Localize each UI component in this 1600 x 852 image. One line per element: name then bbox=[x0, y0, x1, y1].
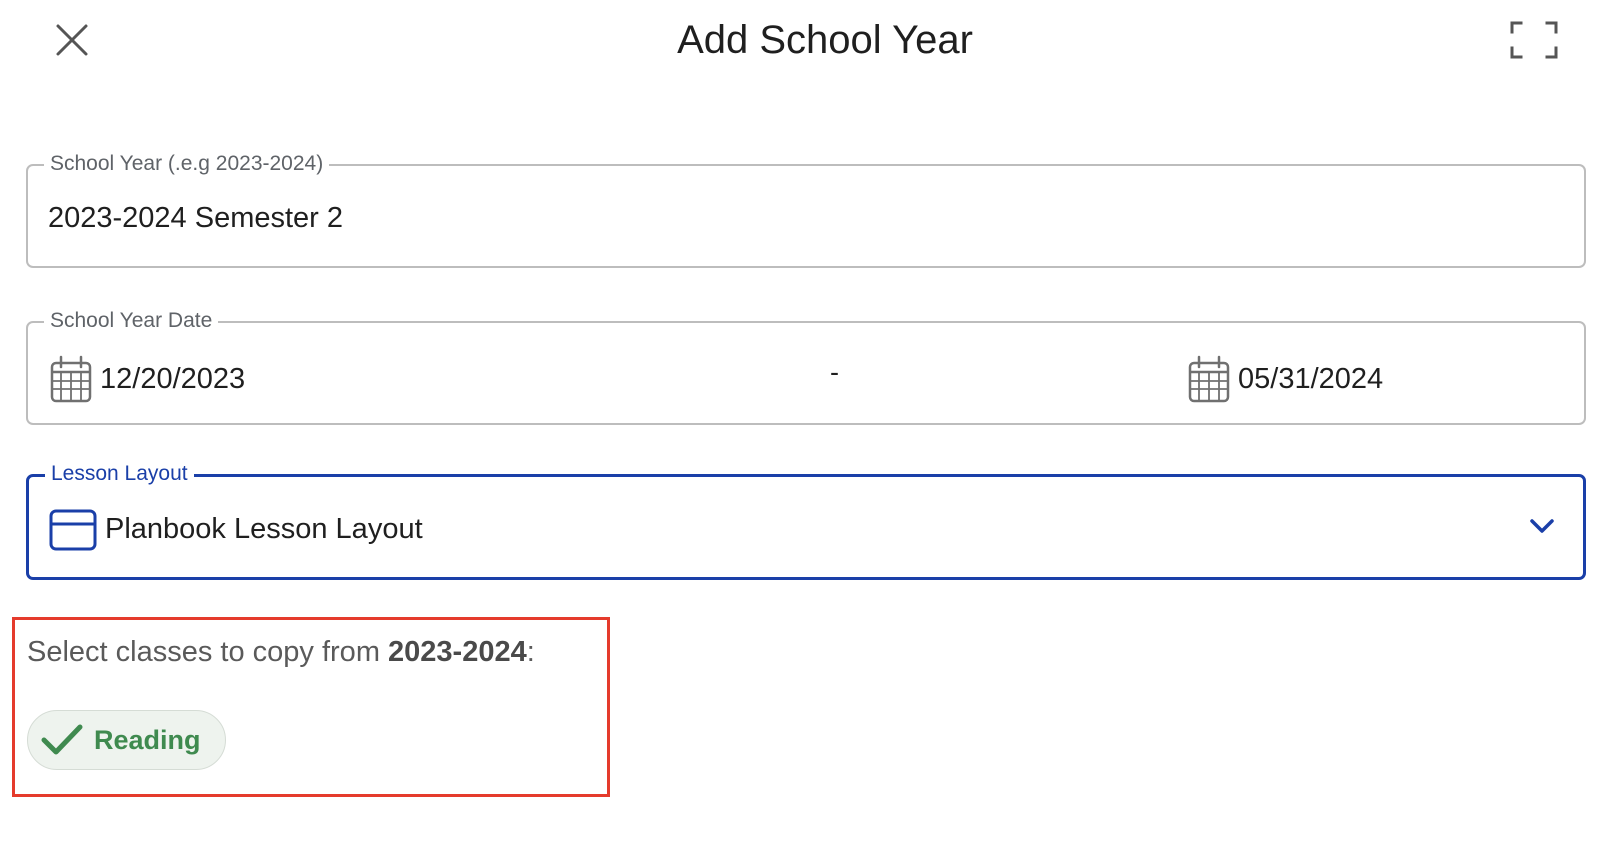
dialog-title: Add School Year bbox=[677, 18, 973, 62]
end-date-value: 05/31/2024 bbox=[1238, 363, 1384, 395]
calendar-icon bbox=[1188, 355, 1230, 403]
school-year-field[interactable]: School Year (.e.g 2023-2024) 2023-2024 S… bbox=[26, 152, 1586, 268]
class-chip-reading[interactable]: Reading bbox=[27, 710, 226, 770]
layout-icon bbox=[49, 509, 97, 551]
copy-prompt-prefix: Select classes to copy from bbox=[27, 636, 389, 668]
copy-classes-prompt: Select classes to copy from 2023-2024: bbox=[27, 634, 535, 670]
lesson-layout-select[interactable]: Lesson Layout Planbook Lesson Layout bbox=[26, 462, 1586, 580]
start-date-input[interactable]: 12/20/2023 bbox=[50, 355, 245, 403]
lesson-layout-value: Planbook Lesson Layout bbox=[105, 513, 423, 545]
school-year-date-field: School Year Date 12/20/2023 - 05/31/2024 bbox=[26, 309, 1586, 425]
copy-prompt-suffix: : bbox=[526, 636, 535, 668]
school-year-date-label: School Year Date bbox=[44, 309, 219, 333]
end-date-input[interactable]: 05/31/2024 bbox=[1188, 355, 1383, 403]
lesson-layout-label: Lesson Layout bbox=[45, 462, 194, 486]
fullscreen-icon bbox=[1510, 21, 1558, 59]
fullscreen-button[interactable] bbox=[1508, 18, 1560, 62]
checkmark-icon bbox=[41, 724, 83, 755]
date-separator: - bbox=[830, 357, 839, 387]
chevron-down-icon bbox=[1530, 519, 1554, 533]
copy-source-year: 2023-2024 bbox=[388, 636, 527, 668]
class-chip-label: Reading bbox=[94, 724, 201, 755]
school-year-label: School Year (.e.g 2023-2024) bbox=[44, 152, 330, 176]
calendar-icon bbox=[50, 355, 92, 403]
copy-classes-section: Select classes to copy from 2023-2024: R… bbox=[12, 617, 610, 797]
start-date-value: 12/20/2023 bbox=[100, 363, 246, 395]
school-year-input[interactable]: 2023-2024 Semester 2 bbox=[48, 200, 343, 236]
